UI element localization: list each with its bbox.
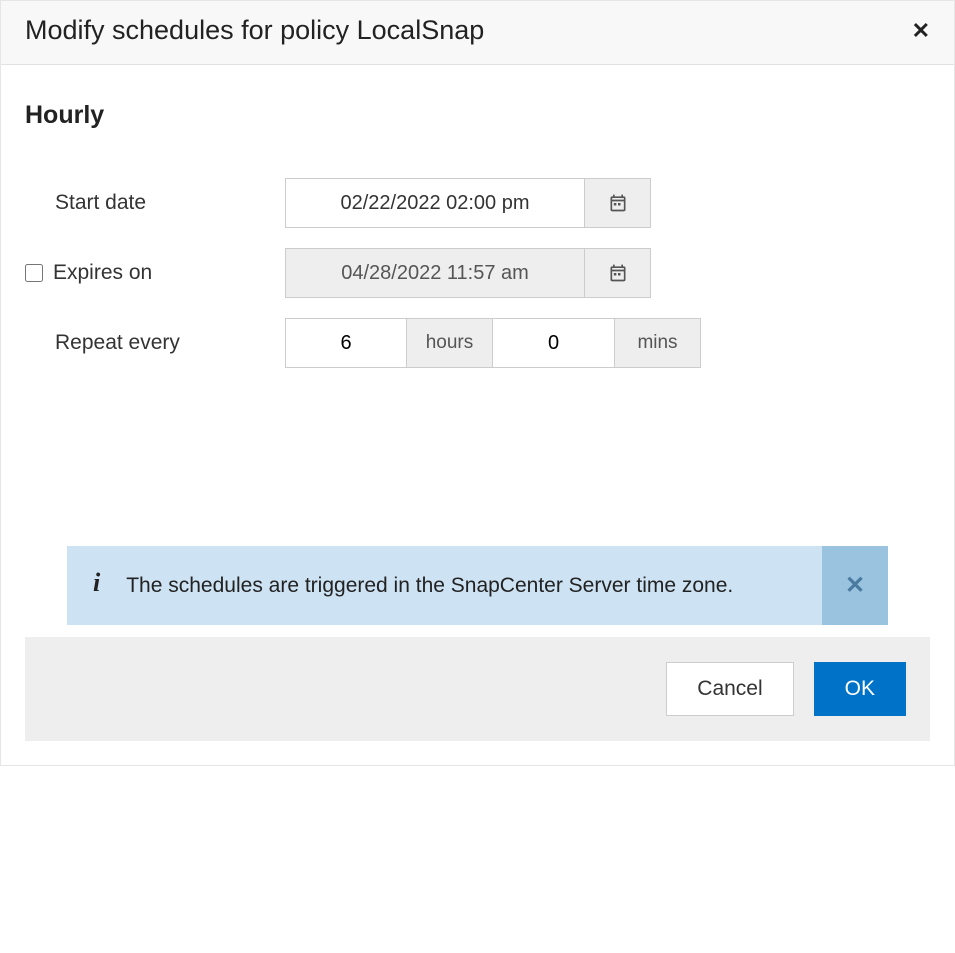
info-box: i The schedules are triggered in the Sna… xyxy=(67,546,888,626)
dialog-title: Modify schedules for policy LocalSnap xyxy=(25,15,484,46)
hours-unit-label: hours xyxy=(407,318,493,368)
start-date-row: Start date xyxy=(25,178,930,228)
info-content: i The schedules are triggered in the Sna… xyxy=(67,546,822,626)
dialog-body: Hourly Start date Expires on xyxy=(1,65,954,765)
expires-on-checkbox[interactable] xyxy=(25,264,43,282)
repeat-hours-input[interactable] xyxy=(285,318,407,368)
start-date-label: Start date xyxy=(25,191,285,215)
mins-unit-label: mins xyxy=(615,318,701,368)
expires-on-row: Expires on xyxy=(25,248,930,298)
expires-on-input xyxy=(285,248,585,298)
info-close-button[interactable]: ✕ xyxy=(822,546,888,626)
repeat-mins-input[interactable] xyxy=(493,318,615,368)
repeat-every-label: Repeat every xyxy=(25,331,285,355)
modify-schedules-dialog: Modify schedules for policy LocalSnap ✕ … xyxy=(0,0,955,766)
repeat-group: hours mins xyxy=(285,318,701,368)
start-date-picker-button[interactable] xyxy=(585,178,651,228)
expires-on-group xyxy=(285,248,651,298)
start-date-input[interactable] xyxy=(285,178,585,228)
repeat-every-row: Repeat every hours mins xyxy=(25,318,930,368)
info-message: The schedules are triggered in the SnapC… xyxy=(126,570,733,602)
expires-on-label-wrap: Expires on xyxy=(25,261,285,285)
cancel-button[interactable]: Cancel xyxy=(666,662,793,716)
expires-on-label: Expires on xyxy=(53,261,152,285)
calendar-icon xyxy=(608,193,628,213)
start-date-group xyxy=(285,178,651,228)
info-icon: i xyxy=(93,570,100,602)
close-icon[interactable]: ✕ xyxy=(912,20,930,42)
dialog-footer: Cancel OK xyxy=(25,637,930,741)
expires-on-picker-button xyxy=(585,248,651,298)
dialog-header: Modify schedules for policy LocalSnap ✕ xyxy=(1,1,954,65)
section-title: Hourly xyxy=(25,101,930,130)
calendar-icon xyxy=(608,263,628,283)
ok-button[interactable]: OK xyxy=(814,662,906,716)
